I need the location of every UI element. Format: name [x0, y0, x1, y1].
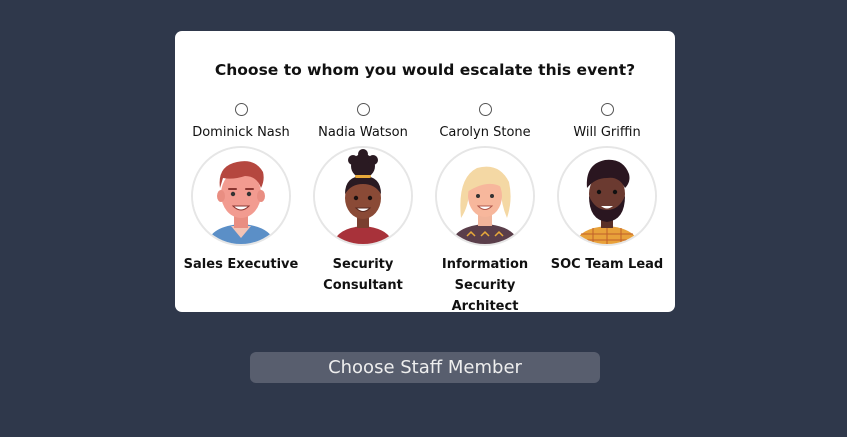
- man-red-hair-avatar-icon[interactable]: [191, 146, 291, 246]
- staff-radio-will-griffin[interactable]: [600, 103, 614, 116]
- woman-blonde-hair-avatar-icon[interactable]: [435, 146, 535, 246]
- man-beard-avatar-icon[interactable]: [557, 146, 657, 246]
- staff-name: Will Griffin: [573, 125, 641, 140]
- woman-dark-hair-bun-avatar-icon[interactable]: [313, 146, 413, 246]
- staff-option-carolyn-stone[interactable]: Carolyn Stone Information Security Archi…: [425, 103, 545, 317]
- staff-option-will-griffin[interactable]: Will Griffin SOC Team Lead: [547, 103, 667, 275]
- staff-name: Nadia Watson: [318, 125, 408, 140]
- staff-role: Information Security Architect: [441, 257, 529, 314]
- escalation-card: Choose to whom you would escalate this e…: [175, 31, 675, 314]
- staff-role: Security Consultant: [323, 257, 403, 293]
- staff-role: SOC Team Lead: [550, 257, 664, 272]
- staff-radio-dominick-nash[interactable]: [234, 103, 248, 116]
- staff-option-dominick-nash[interactable]: Dominick Nash Sales Executive: [181, 103, 301, 275]
- staff-name: Carolyn Stone: [439, 125, 531, 140]
- staff-option-nadia-watson[interactable]: Nadia Watson Security Consultant: [303, 103, 423, 296]
- staff-name: Dominick Nash: [192, 125, 290, 140]
- staff-radio-nadia-watson[interactable]: [356, 103, 370, 116]
- staff-role: Sales Executive: [183, 257, 299, 272]
- staff-radio-carolyn-stone[interactable]: [478, 103, 492, 116]
- choose-staff-member-button[interactable]: Choose Staff Member: [250, 352, 600, 383]
- question-title: Choose to whom you would escalate this e…: [214, 61, 636, 79]
